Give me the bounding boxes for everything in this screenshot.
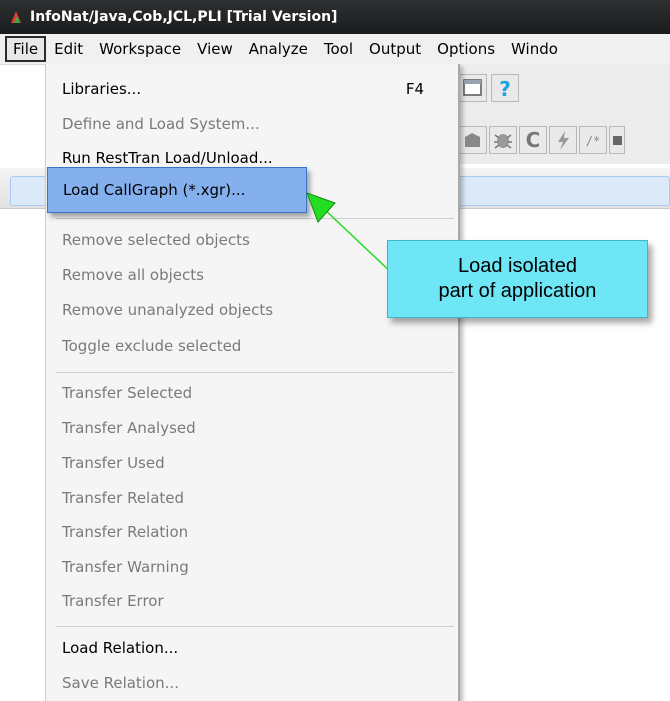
comment-icon: /* (586, 134, 600, 148)
menu-separator (56, 218, 454, 219)
menu-item-remove-all: Remove all objects (62, 263, 204, 287)
menu-item-remove-selected: Remove selected objects (62, 228, 250, 252)
menu-item-label: Define and Load System... (62, 115, 260, 133)
c-label: C (525, 128, 541, 152)
menu-options[interactable]: Options (429, 36, 503, 62)
menu-item-label: Remove selected objects (62, 231, 250, 249)
svg-text:/*: /* (586, 134, 600, 148)
question-mark-icon: ? (499, 77, 511, 101)
help-button[interactable]: ? (491, 74, 519, 102)
shortcut-f4: F4 (405, 80, 424, 98)
menu-item-label: Transfer Analysed (62, 419, 196, 437)
menu-workspace[interactable]: Workspace (91, 36, 189, 62)
menu-item-label: Transfer Used (62, 454, 165, 472)
menu-analyze[interactable]: Analyze (241, 36, 316, 62)
menu-item-load-callgraph-label: Load CallGraph (*.xgr)... (63, 181, 246, 199)
menu-item-label: Transfer Error (62, 592, 164, 610)
menu-item-label: Save Relation... (62, 674, 179, 692)
window-icon (463, 79, 482, 96)
menu-edit[interactable]: Edit (46, 36, 91, 62)
menu-item-define-load-system: Define and Load System... (62, 112, 260, 136)
menu-item-transfer-analysed: Transfer Analysed (62, 416, 196, 440)
shape-icon (465, 133, 480, 147)
toolbar-button-extra[interactable] (609, 126, 625, 154)
menu-item-transfer-warning: Transfer Warning (62, 555, 189, 579)
menu-item-transfer-used: Transfer Used (62, 451, 165, 475)
menu-separator (56, 372, 454, 373)
menu-item-label: Transfer Related (62, 489, 185, 507)
app-window: InfoNat/Java,Cob,JCL,PLI [Trial Version]… (0, 0, 670, 701)
menu-output[interactable]: Output (361, 36, 429, 62)
menu-item-transfer-selected: Transfer Selected (62, 381, 192, 405)
menu-bar: File Edit Workspace View Analyze Tool Ou… (0, 34, 670, 65)
title-bar: InfoNat/Java,Cob,JCL,PLI [Trial Version] (0, 0, 670, 34)
toolbar-button-shape[interactable] (459, 126, 487, 154)
toolbar-button-window[interactable] (459, 74, 487, 102)
menu-item-save-relation: Save Relation... (62, 671, 179, 695)
menu-file[interactable]: File (5, 36, 47, 62)
menu-item-label: Toggle exclude selected (62, 337, 242, 355)
menu-item-label: Load Relation... (62, 639, 179, 657)
svg-text:?: ? (499, 77, 511, 101)
menu-tool[interactable]: Tool (316, 36, 361, 62)
toolbar: ? C /* (455, 64, 670, 164)
menu-item-toggle-exclude: Toggle exclude selected (62, 334, 241, 358)
callout-line-1: Load isolated (458, 255, 577, 277)
menu-item-label: Remove all objects (62, 266, 204, 284)
menu-item-label: Transfer Warning (62, 558, 189, 576)
toolbar-button-c[interactable]: C (519, 126, 547, 154)
menu-item-transfer-error: Transfer Error (62, 589, 164, 613)
menu-item-label: Transfer Relation (62, 523, 189, 541)
menu-window[interactable]: Windo (503, 36, 566, 62)
toolbar-button-comment[interactable]: /* (579, 126, 607, 154)
bug-icon (494, 134, 512, 149)
infonat-app-icon (11, 11, 21, 23)
menu-item-label: Remove unanalyzed objects (62, 301, 274, 319)
window-title: InfoNat/Java,Cob,JCL,PLI [Trial Version] (30, 9, 338, 25)
menu-item-libraries[interactable]: Libraries... (62, 77, 141, 101)
menu-item-load-relation[interactable]: Load Relation... (62, 636, 178, 660)
menu-item-label: Run RestTran Load/Unload... (62, 149, 273, 167)
menu-item-remove-unanalyzed: Remove unanalyzed objects (62, 298, 273, 322)
toolbar-button-bug[interactable] (489, 126, 517, 154)
file-menu-dropdown: Libraries... F4 Define and Load System..… (45, 64, 460, 701)
menu-item-transfer-relation: Transfer Relation (62, 520, 188, 544)
block-icon (613, 136, 622, 145)
annotation-callout: Load isolated part of application (387, 240, 648, 318)
lightning-icon (558, 131, 569, 150)
menu-view[interactable]: View (189, 36, 241, 62)
callout-line-2: part of application (438, 280, 597, 302)
menu-item-label: Transfer Selected (62, 384, 193, 402)
toolbar-button-lightning[interactable] (549, 126, 577, 154)
menu-separator (56, 626, 454, 627)
menu-item-transfer-related: Transfer Related (62, 486, 184, 510)
menu-item-label: Libraries... (62, 80, 142, 98)
